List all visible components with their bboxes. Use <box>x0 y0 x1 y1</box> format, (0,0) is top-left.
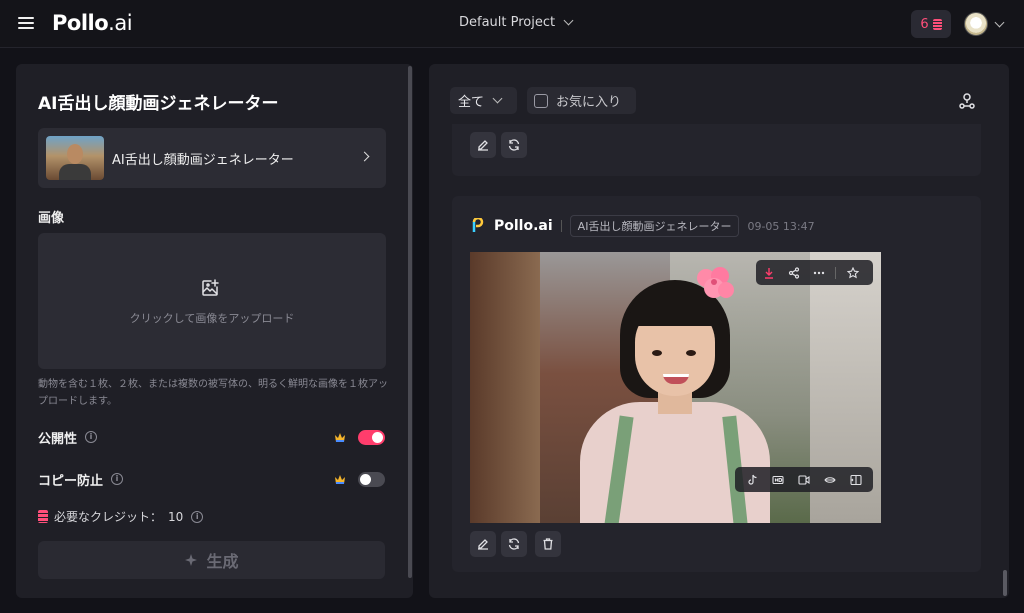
info-icon[interactable]: i <box>111 473 124 485</box>
edit-button[interactable] <box>470 531 496 557</box>
coin-icon <box>38 510 48 523</box>
info-icon[interactable]: i <box>191 510 204 523</box>
account-menu[interactable] <box>964 12 1005 36</box>
image-section-label: 画像 <box>38 211 65 226</box>
share-button[interactable] <box>781 260 806 285</box>
credit-value: 10 <box>168 509 184 524</box>
team-icon[interactable] <box>958 92 976 110</box>
crown-icon <box>335 475 345 484</box>
chevron-down-icon <box>492 93 503 104</box>
lip-sync-button[interactable] <box>793 469 815 491</box>
compare-button[interactable] <box>845 469 867 491</box>
public-label: 公開性 <box>38 431 78 447</box>
required-credits: 必要なクレジット： 10 i <box>38 508 204 525</box>
credits-count: 6 <box>920 16 929 32</box>
model-selector[interactable]: AI舌出し顔動画ジェネレーター <box>38 128 386 188</box>
left-scrollbar[interactable] <box>408 66 412 578</box>
tiktok-button[interactable] <box>741 469 763 491</box>
panel-title: AI舌出し顔動画ジェネレーター <box>38 94 279 114</box>
download-button[interactable] <box>756 260 781 285</box>
image-action-toolbar <box>735 467 873 492</box>
mouth-icon <box>824 476 836 483</box>
generate-button[interactable]: 生成 <box>38 541 385 579</box>
crown-icon <box>335 433 345 442</box>
coin-icon <box>932 18 942 30</box>
mouth-button[interactable] <box>819 469 841 491</box>
info-icon[interactable]: i <box>85 431 98 443</box>
model-tag[interactable]: AI舌出し顔動画ジェネレーター <box>569 215 740 237</box>
chevron-right-icon <box>359 151 370 162</box>
lip-sync-icon <box>798 474 810 485</box>
menu-icon[interactable] <box>16 14 36 34</box>
divider <box>560 220 562 232</box>
avatar <box>964 12 988 36</box>
refresh-icon <box>508 139 520 151</box>
top-bar: Pollo.ai Default Project 6 <box>0 0 1024 48</box>
hd-button[interactable] <box>767 469 789 491</box>
image-upload-icon <box>202 279 219 296</box>
result-header: Pollo.ai AI舌出し顔動画ジェネレーター 09-05 13:47 <box>470 215 815 237</box>
generate-label: 生成 <box>206 552 239 571</box>
sparkle-icon <box>185 554 198 566</box>
public-toggle[interactable] <box>358 430 385 445</box>
credit-label: 必要なクレジット： <box>54 510 163 524</box>
more-icon <box>813 271 824 274</box>
project-selector[interactable]: Default Project <box>459 15 574 30</box>
favorite-button[interactable] <box>840 260 865 285</box>
upload-instruction: クリックして画像をアップロード <box>129 312 295 325</box>
tiktok-icon <box>748 474 757 485</box>
refresh-icon <box>508 538 520 550</box>
copy-protect-label: コピー防止 <box>38 473 104 489</box>
divider <box>835 266 836 279</box>
pencil-icon <box>478 140 488 151</box>
model-thumbnail <box>46 136 104 180</box>
right-scrollbar[interactable] <box>1003 570 1007 596</box>
favorites-label: お気に入り <box>556 95 622 110</box>
favorites-checkbox[interactable] <box>534 93 548 108</box>
filter-dropdown[interactable]: 全て <box>450 87 517 114</box>
flower-ornament <box>697 267 734 298</box>
project-name: Default Project <box>459 15 556 30</box>
more-button[interactable] <box>806 260 831 285</box>
logo[interactable]: Pollo.ai <box>52 11 133 35</box>
credits-badge[interactable]: 6 <box>911 10 951 38</box>
timestamp: 09-05 13:47 <box>747 219 815 233</box>
regenerate-button[interactable] <box>501 531 527 557</box>
favorites-filter[interactable]: お気に入り <box>527 87 636 114</box>
download-icon <box>764 267 773 279</box>
compare-icon <box>850 474 862 485</box>
image-toolbar <box>756 260 873 285</box>
regenerate-button[interactable] <box>501 132 527 158</box>
star-icon <box>846 266 859 278</box>
trash-icon <box>543 538 553 550</box>
chevron-down-icon <box>563 15 574 26</box>
copy-protect-toggle[interactable] <box>358 472 385 487</box>
share-icon <box>788 266 799 279</box>
model-label: AI舌出し顔動画ジェネレーター <box>112 153 294 168</box>
filter-value: 全て <box>458 95 485 110</box>
edit-button[interactable] <box>470 132 496 158</box>
delete-button[interactable] <box>535 531 561 557</box>
pencil-icon <box>478 539 488 550</box>
chevron-down-icon <box>994 17 1005 27</box>
result-card <box>452 124 981 176</box>
upload-hint: 動物を含む１枚、２枚、または複数の被写体の、明るく鮮明な画像を１枚アップロードし… <box>38 379 388 407</box>
pollo-logo-icon <box>472 218 484 232</box>
brand-name: Pollo.ai <box>494 218 553 234</box>
hd-icon <box>772 475 784 484</box>
image-upload-area[interactable]: クリックして画像をアップロード <box>38 233 386 369</box>
